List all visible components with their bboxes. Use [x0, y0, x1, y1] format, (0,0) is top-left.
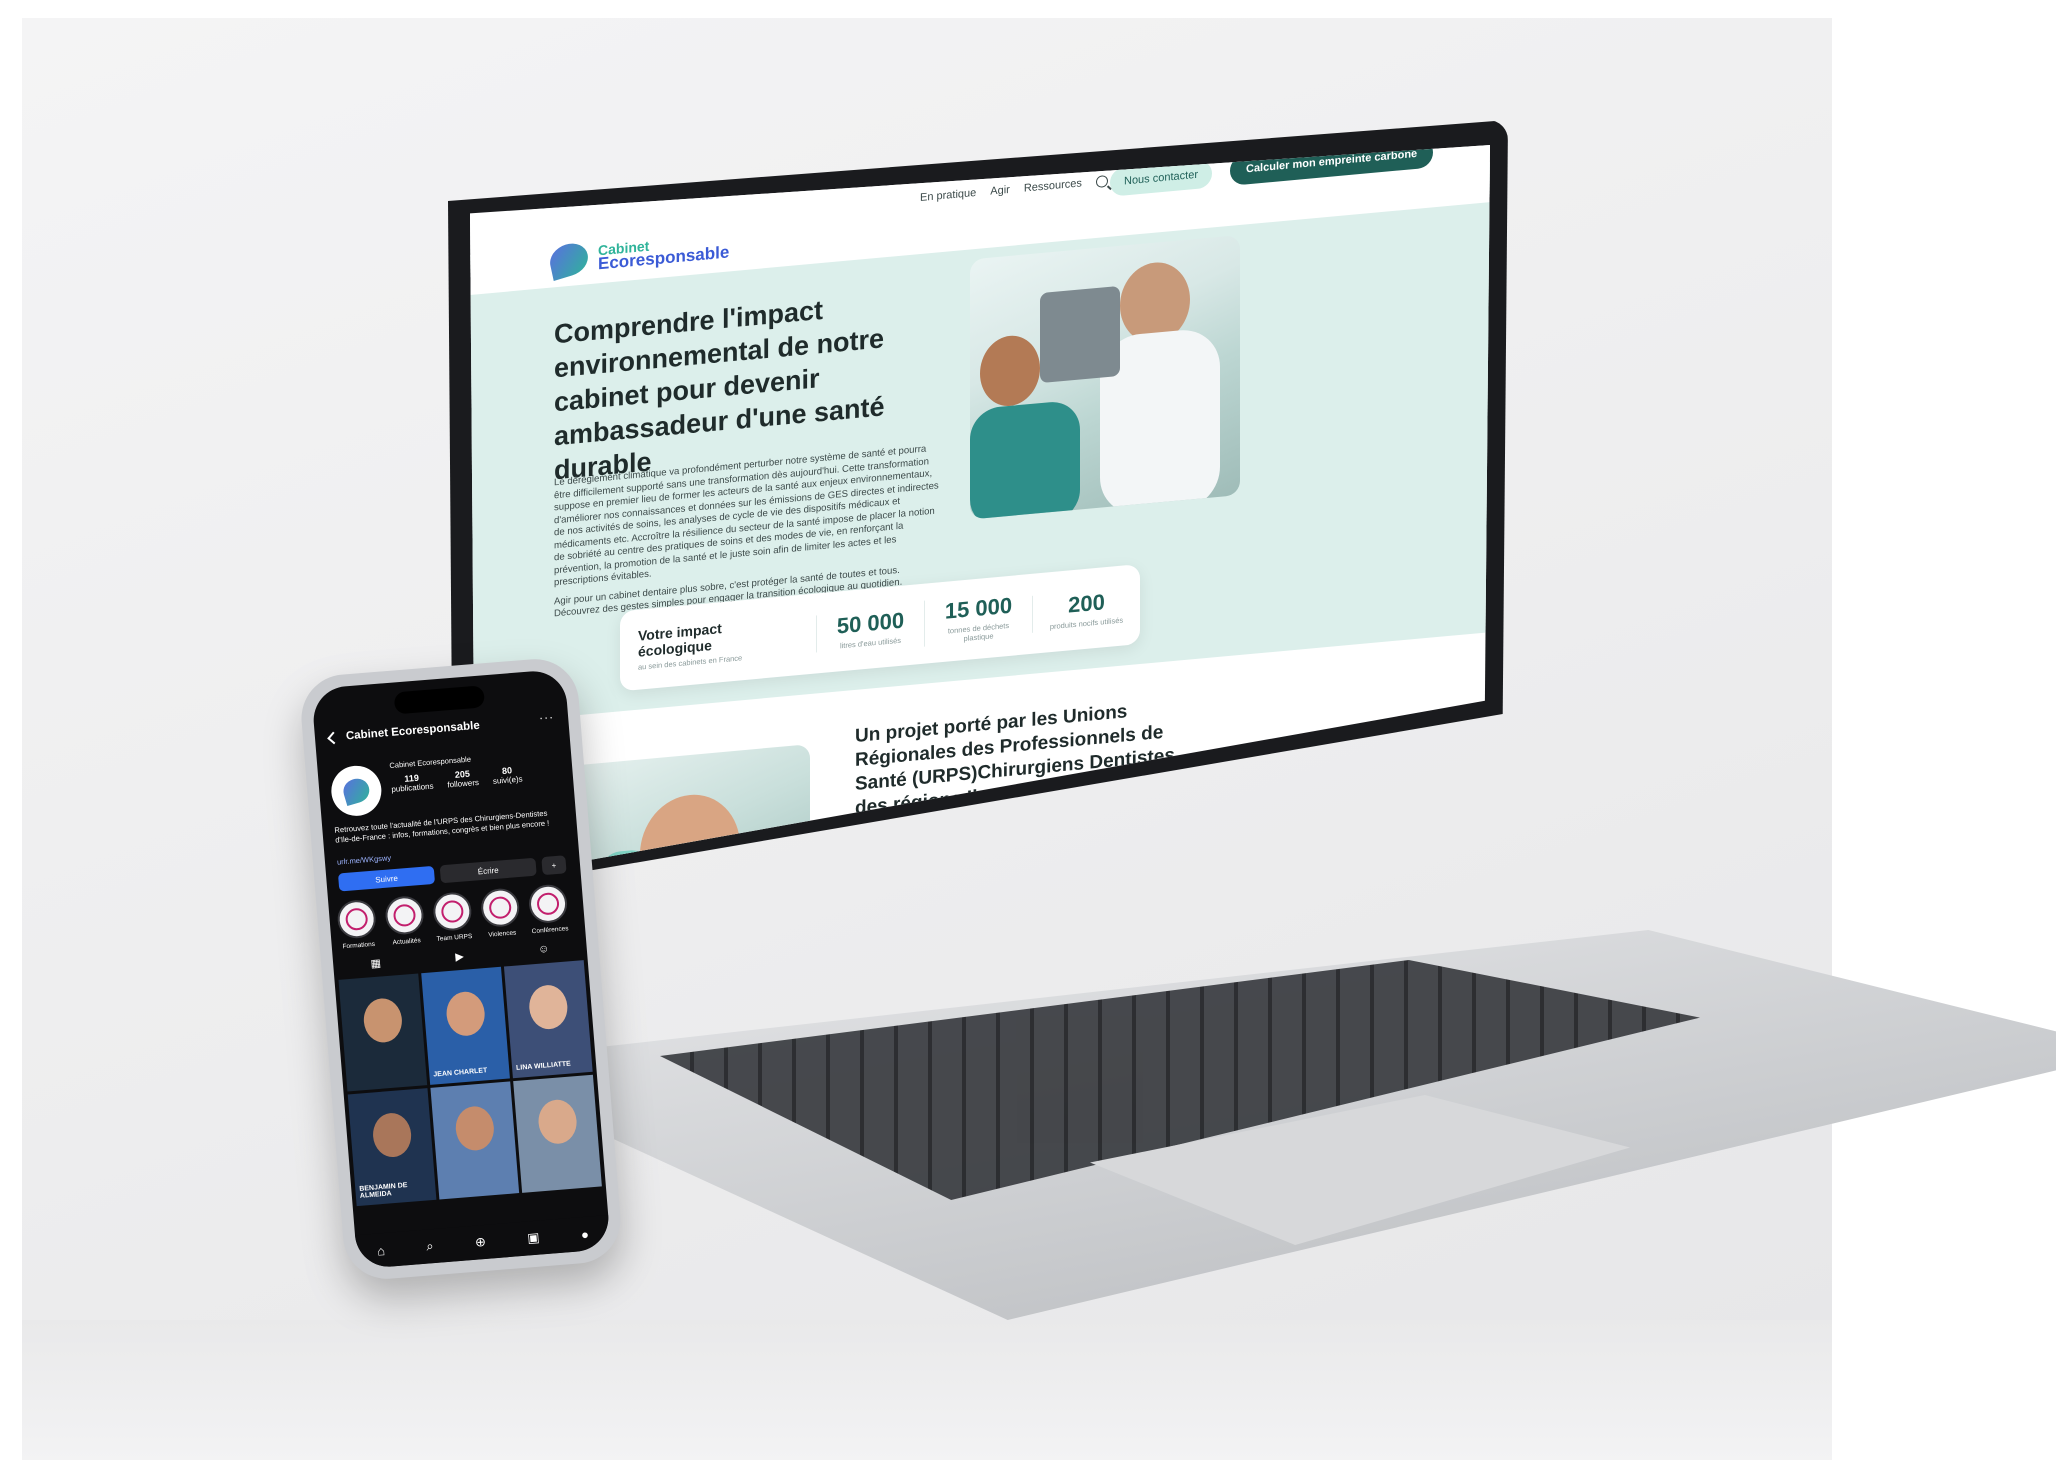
dental-equipment: [1040, 285, 1120, 384]
highlight-cover: [479, 887, 521, 929]
highlight-formations[interactable]: Formations: [336, 898, 378, 951]
highlight-cover: [431, 891, 473, 932]
logo-text: Cabinet Ecoresponsable: [598, 231, 729, 274]
follow-button[interactable]: Suivre: [337, 865, 436, 892]
ig-header-title: Cabinet Ecoresponsable: [345, 719, 481, 743]
highlight-label: Conférences: [531, 925, 569, 936]
highlight-violences[interactable]: Violences: [479, 887, 522, 939]
count-label: suivi(e)s: [492, 774, 523, 786]
highlight-label: Actualités: [392, 937, 421, 947]
home-icon[interactable]: ⌂: [376, 1243, 385, 1259]
bottom-nav: ⌂ ⌕ ⊕ ▣ ●: [355, 1214, 611, 1270]
profile-icon[interactable]: ●: [580, 1226, 589, 1242]
stat-water: 50 000 litres d'eau utilisés: [816, 605, 924, 653]
person-photo: [362, 996, 404, 1044]
person-photo: [444, 990, 487, 1038]
profile-counts: 119 publications 205 followers 80 suivi(e)s: [390, 764, 523, 794]
profile-link[interactable]: urlr.me/WKgswy: [337, 853, 392, 866]
profile-bio: Retrouvez toute l'actualité de l'URPS de…: [334, 808, 550, 845]
highlight-label: Formations: [342, 940, 376, 951]
tooth-leaf-logo-icon: [547, 239, 591, 281]
more-options-icon[interactable]: ···: [539, 710, 555, 725]
floor-surface: [22, 1320, 1832, 1460]
highlight-team-urps[interactable]: Team URPS: [431, 891, 474, 943]
post-thumbnail[interactable]: [338, 973, 428, 1092]
stat-products: 200 produits nocifs utilisés: [1032, 585, 1140, 633]
count-label: followers: [447, 777, 480, 790]
search-icon[interactable]: ⌕: [426, 1238, 435, 1255]
person-photo: [454, 1104, 496, 1152]
count-posts[interactable]: 119 publications: [390, 772, 434, 794]
person-photo: [527, 983, 570, 1031]
post-thumbnail[interactable]: LINA WILLIATTE: [503, 960, 593, 1079]
highlight-icon: [536, 891, 560, 916]
highlight-cover: [527, 883, 569, 925]
post-caption: JEAN CHARLET: [433, 1067, 488, 1079]
instagram-profile-screen: Cabinet Ecoresponsable ··· Cabinet Ecore…: [311, 668, 611, 1270]
count-following[interactable]: 80 suivi(e)s: [492, 764, 523, 786]
reels-icon[interactable]: ▶: [455, 950, 464, 964]
phone-notch: [393, 685, 486, 715]
dental-chair: [970, 399, 1080, 520]
site-logo[interactable]: Cabinet Ecoresponsable: [547, 229, 729, 281]
post-thumbnail[interactable]: [513, 1074, 602, 1193]
highlight-conferences[interactable]: Conférences: [527, 883, 570, 936]
message-button[interactable]: Écrire: [439, 857, 537, 884]
ig-header: Cabinet Ecoresponsable: [327, 719, 481, 744]
hero-dentist-photo: [970, 234, 1240, 520]
nav-item-en-pratique[interactable]: En pratique: [920, 187, 976, 204]
patient-figure: [980, 333, 1040, 409]
posts-grid: JEAN CHARLET LINA WILLIATTE BENJAMIN DE …: [338, 960, 602, 1207]
account-name: Cabinet Ecoresponsable: [389, 754, 472, 771]
grid-icon[interactable]: ▦: [370, 956, 381, 970]
tooth-leaf-logo-icon: [340, 775, 373, 807]
stat-plastic: 15 000 tonnes de déchets plastique: [924, 590, 1032, 647]
nav-item-ressources[interactable]: Ressources: [1024, 177, 1082, 194]
back-arrow-icon[interactable]: [327, 731, 340, 744]
highlight-label: Violences: [488, 929, 517, 939]
highlight-icon: [392, 903, 417, 928]
profile-avatar[interactable]: [329, 763, 384, 818]
highlight-icon: [488, 895, 513, 920]
highlight-cover: [384, 894, 425, 936]
add-post-icon[interactable]: ⊕: [474, 1234, 486, 1251]
highlight-actualites[interactable]: Actualités: [384, 894, 426, 947]
smartphone: Cabinet Ecoresponsable ··· Cabinet Ecore…: [298, 655, 624, 1283]
post-caption: LINA WILLIATTE: [515, 1060, 572, 1072]
highlight-label: Team URPS: [436, 933, 473, 943]
highlight-icon: [344, 907, 369, 932]
post-thumbnail[interactable]: JEAN CHARLET: [421, 966, 510, 1085]
add-person-icon[interactable]: +: [541, 855, 567, 876]
count-followers[interactable]: 205 followers: [446, 768, 480, 790]
person-photo: [536, 1098, 579, 1146]
highlight-icon: [440, 899, 465, 924]
person-photo: [371, 1111, 413, 1159]
post-thumbnail[interactable]: BENJAMIN DE ALMEIDA: [347, 1088, 437, 1207]
post-thumbnail[interactable]: [430, 1081, 520, 1200]
tagged-icon[interactable]: ☺: [538, 943, 550, 957]
impact-heading: Votre impact écologique au sein des cabi…: [620, 612, 816, 674]
reels-icon[interactable]: ▣: [527, 1230, 541, 1247]
search-icon[interactable]: [1095, 174, 1108, 189]
count-label: publications: [391, 781, 434, 794]
highlight-cover: [336, 898, 378, 940]
nav-item-agir[interactable]: Agir: [990, 184, 1010, 198]
post-caption: BENJAMIN DE ALMEIDA: [359, 1182, 408, 1200]
